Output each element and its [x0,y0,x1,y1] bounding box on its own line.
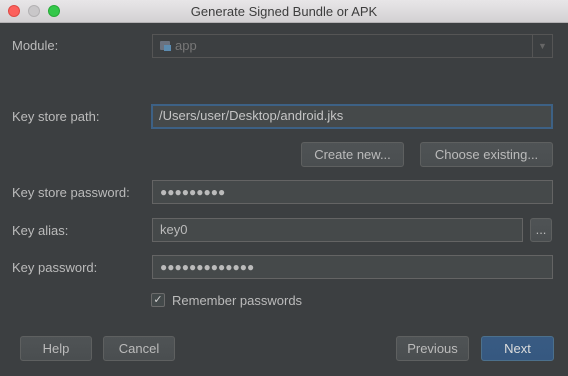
create-new-button[interactable]: Create new... [301,142,404,167]
choose-existing-button[interactable]: Choose existing... [420,142,553,167]
window-title: Generate Signed Bundle or APK [190,4,378,19]
help-button[interactable]: Help [20,336,92,361]
key-store-password-label: Key store password: [12,185,130,200]
key-store-path-label: Key store path: [12,109,100,124]
module-value: app [175,38,197,53]
cancel-button[interactable]: Cancel [103,336,175,361]
dialog-window: Generate Signed Bundle or APK Module: ap… [0,0,568,376]
key-store-password-input[interactable]: ●●●●●●●●● [152,180,553,204]
title-bar: Generate Signed Bundle or APK [0,0,568,23]
folder-module-icon [160,40,172,51]
module-combobox[interactable]: app ▼ [152,34,553,58]
key-store-password-mask: ●●●●●●●●● [160,185,226,199]
remember-passwords-checkbox[interactable]: ✓ [151,293,165,307]
key-password-label: Key password: [12,260,98,275]
remember-passwords-label[interactable]: Remember passwords [172,293,302,308]
previous-button[interactable]: Previous [396,336,469,361]
next-button[interactable]: Next [481,336,554,361]
key-alias-label: Key alias: [12,223,69,238]
key-password-mask: ●●●●●●●●●●●●● [160,260,255,274]
chevron-down-icon[interactable]: ▼ [532,35,552,57]
key-password-input[interactable]: ●●●●●●●●●●●●● [152,255,553,279]
module-label: Module: [12,38,59,53]
browse-alias-button[interactable]: ... [530,218,552,242]
key-store-path-input[interactable]: /Users/user/Desktop/android.jks [151,104,553,129]
key-alias-input[interactable]: key0 [152,218,523,242]
